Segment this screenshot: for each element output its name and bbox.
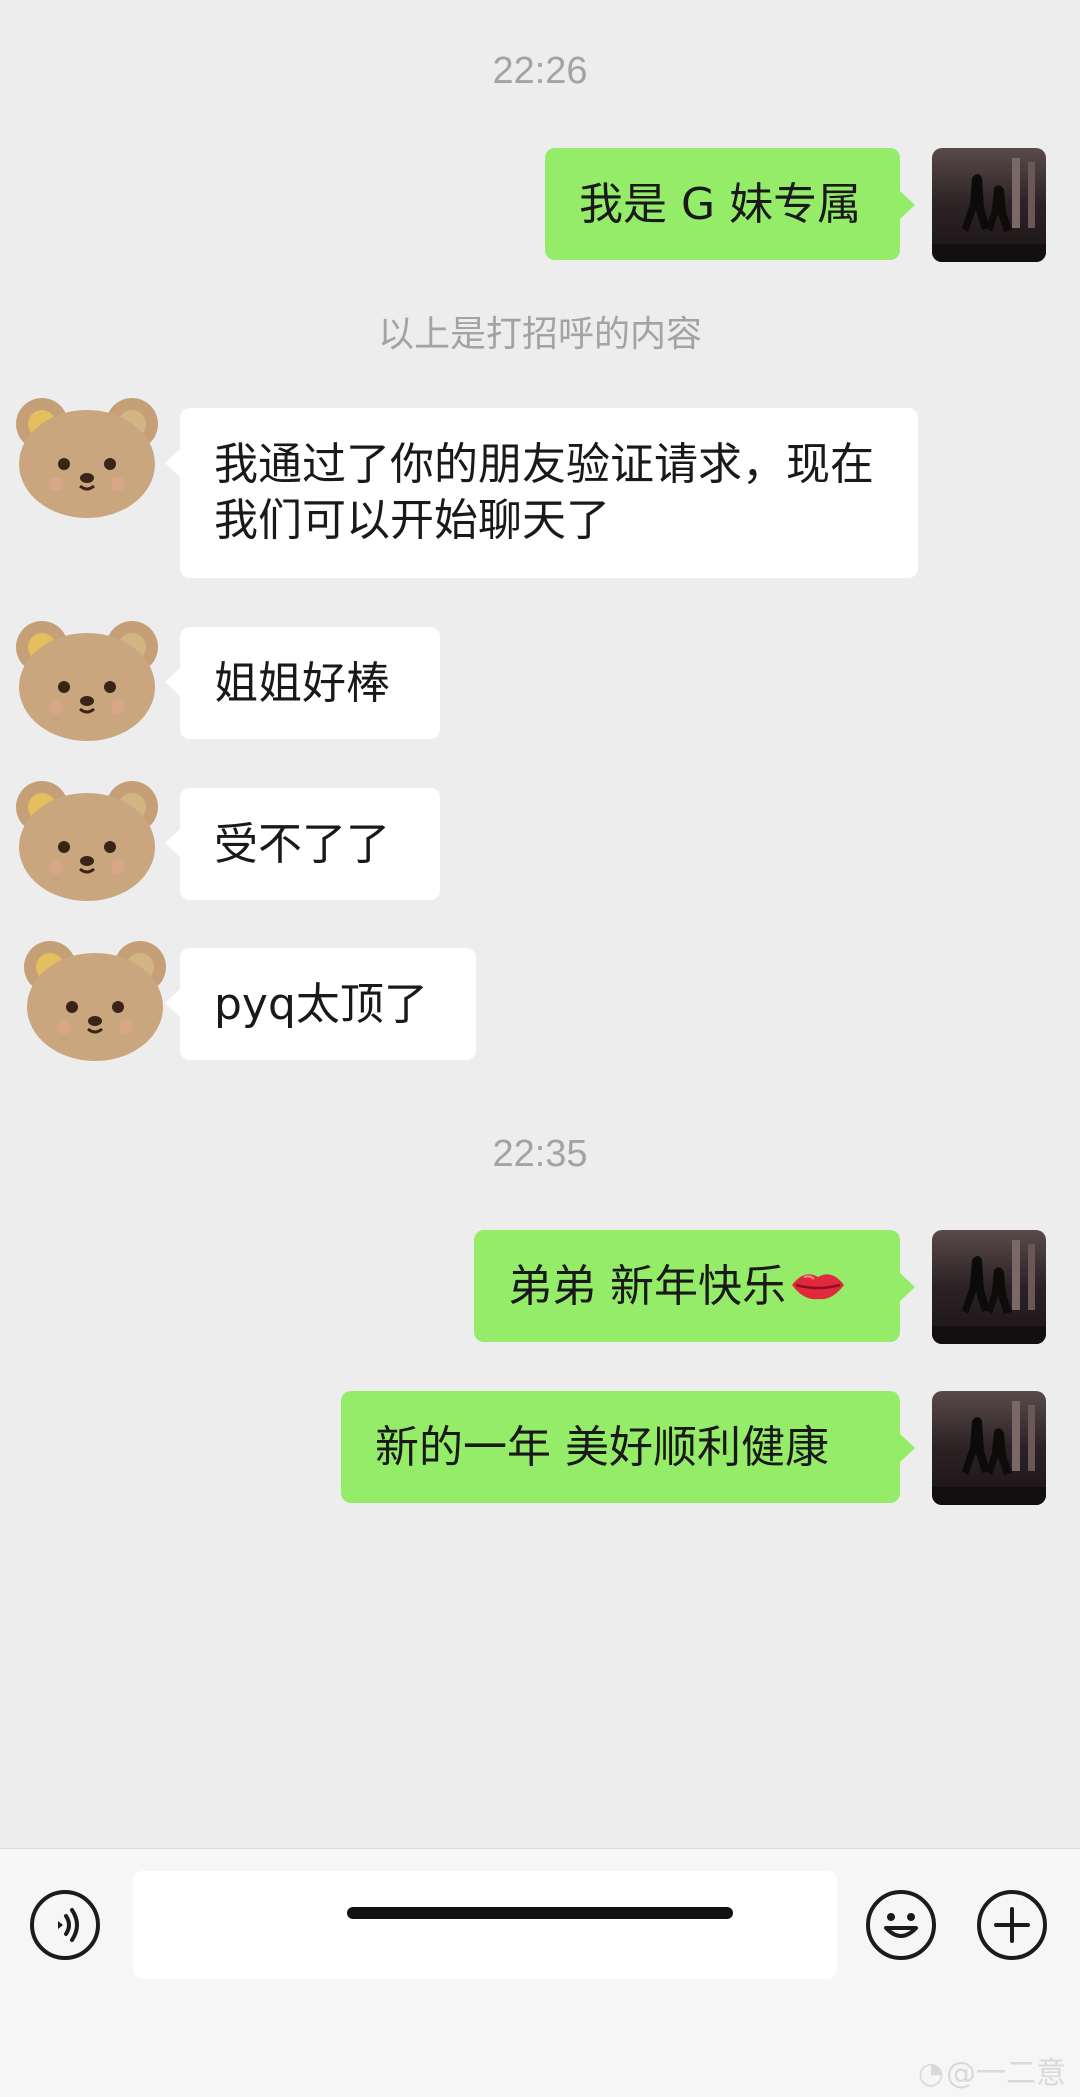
self-avatar[interactable] bbox=[932, 1230, 1046, 1344]
bear-face-icon bbox=[16, 398, 158, 518]
more-button[interactable] bbox=[977, 1890, 1047, 1960]
bear-avatar[interactable] bbox=[12, 392, 162, 522]
self-avatar[interactable] bbox=[932, 148, 1046, 262]
outgoing-message[interactable]: 我是 G 妹专属 bbox=[545, 148, 915, 260]
photo-avatar-icon bbox=[932, 1391, 1046, 1505]
message-input[interactable] bbox=[133, 1871, 837, 1979]
outgoing-message[interactable]: 弟弟 新年快乐 bbox=[474, 1230, 915, 1342]
bear-avatar[interactable] bbox=[12, 615, 162, 745]
bear-avatar[interactable] bbox=[20, 935, 170, 1065]
bear-face-icon bbox=[16, 781, 158, 901]
smiley-icon bbox=[884, 1913, 918, 1938]
home-indicator[interactable] bbox=[347, 1907, 733, 1919]
photo-avatar-icon bbox=[932, 148, 1046, 262]
incoming-message[interactable]: 受不了了 bbox=[165, 788, 440, 900]
outgoing-message[interactable]: 新的一年 美好顺利健康 bbox=[341, 1391, 915, 1503]
bear-face-icon bbox=[24, 941, 166, 1061]
voice-icon bbox=[58, 1908, 79, 1942]
outgoing-message-text: 弟弟 新年快乐 bbox=[508, 1261, 786, 1312]
watermark-text: @一二意 bbox=[946, 2056, 1066, 2091]
incoming-message[interactable]: 我通过了你的朋友验证请求，现在我们可以开始聊天了 bbox=[165, 408, 918, 578]
system-note: 以上是打招呼的内容 bbox=[377, 314, 702, 355]
plus-icon bbox=[994, 1907, 1030, 1943]
photo-avatar-icon bbox=[932, 1230, 1046, 1344]
watermark: ◔@一二意 bbox=[918, 2048, 1066, 2092]
voice-button[interactable] bbox=[30, 1890, 100, 1960]
timestamp: 22:26 bbox=[492, 50, 588, 92]
self-avatar[interactable] bbox=[932, 1391, 1046, 1505]
incoming-message[interactable]: pyq太顶了 bbox=[165, 948, 476, 1060]
incoming-message[interactable]: 姐姐好棒 bbox=[165, 627, 440, 739]
bear-face-icon bbox=[16, 621, 158, 741]
lips-emoji-icon bbox=[790, 1261, 846, 1317]
bear-avatar[interactable] bbox=[12, 775, 162, 905]
emoji-button[interactable] bbox=[866, 1890, 936, 1960]
chat-message-list[interactable]: 22:26 我是 G 妹专属 以上是打招呼的内容 我通过了你的朋友验证请求，现在… bbox=[0, 0, 1080, 1848]
timestamp: 22:35 bbox=[492, 1133, 588, 1175]
weibo-icon: ◔ bbox=[917, 2056, 944, 2091]
